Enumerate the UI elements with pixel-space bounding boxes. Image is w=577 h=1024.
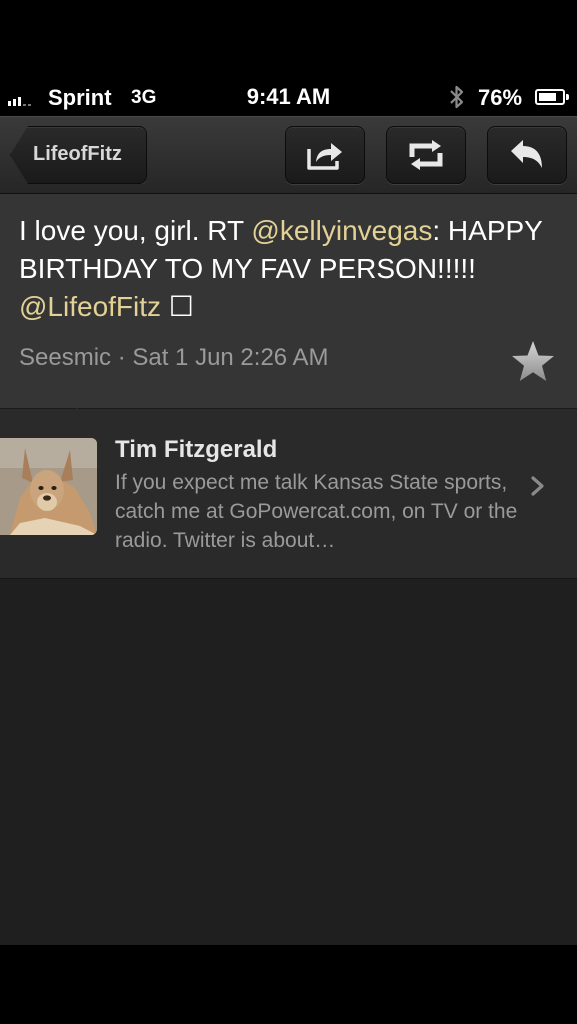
chevron-right-icon xyxy=(531,476,544,496)
battery-icon xyxy=(535,89,569,105)
kangaroo-avatar-image xyxy=(0,438,97,535)
tweet-text-end: ☐ xyxy=(161,291,194,322)
battery-percent: 76% xyxy=(478,85,523,110)
retweet-button[interactable] xyxy=(386,126,466,184)
nav-bar: LifeofFitz xyxy=(0,116,577,194)
tweet-text-start: I love you, girl. RT xyxy=(19,215,252,246)
avatar[interactable] xyxy=(0,438,97,535)
bluetooth-icon xyxy=(450,85,464,109)
tweet-panel: I love you, girl. RT @kellyinvegas: HAPP… xyxy=(0,194,577,408)
retweet-icon xyxy=(409,140,443,170)
back-button[interactable]: LifeofFitz xyxy=(10,126,147,184)
reply-button[interactable] xyxy=(487,126,567,184)
share-icon xyxy=(307,143,342,170)
back-button-label: LifeofFitz xyxy=(33,143,122,165)
mention-link[interactable]: @kellyinvegas xyxy=(251,215,432,246)
status-bar: Sprint 3G 9:41 AM 76% xyxy=(0,80,577,116)
meta-separator: · xyxy=(111,344,133,371)
panel-pointer xyxy=(60,392,94,409)
tweet-text: I love you, girl. RT @kellyinvegas: HAPP… xyxy=(19,212,559,326)
profile-bio: If you expect me talk Kansas State sport… xyxy=(115,471,518,552)
tweet-source[interactable]: Seesmic xyxy=(19,344,111,371)
tweet-timestamp: Sat 1 Jun 2:26 AM xyxy=(132,344,329,371)
tweet-meta: Seesmic · Sat 1 Jun 2:26 AM xyxy=(19,344,328,372)
reply-icon xyxy=(511,140,542,168)
share-button[interactable] xyxy=(285,126,365,184)
profile-name: Tim Fitzgerald xyxy=(115,436,278,463)
mention-link[interactable]: @LifeofFitz xyxy=(19,291,161,322)
favorite-star-icon[interactable] xyxy=(509,338,557,386)
empty-content-area xyxy=(0,578,577,945)
